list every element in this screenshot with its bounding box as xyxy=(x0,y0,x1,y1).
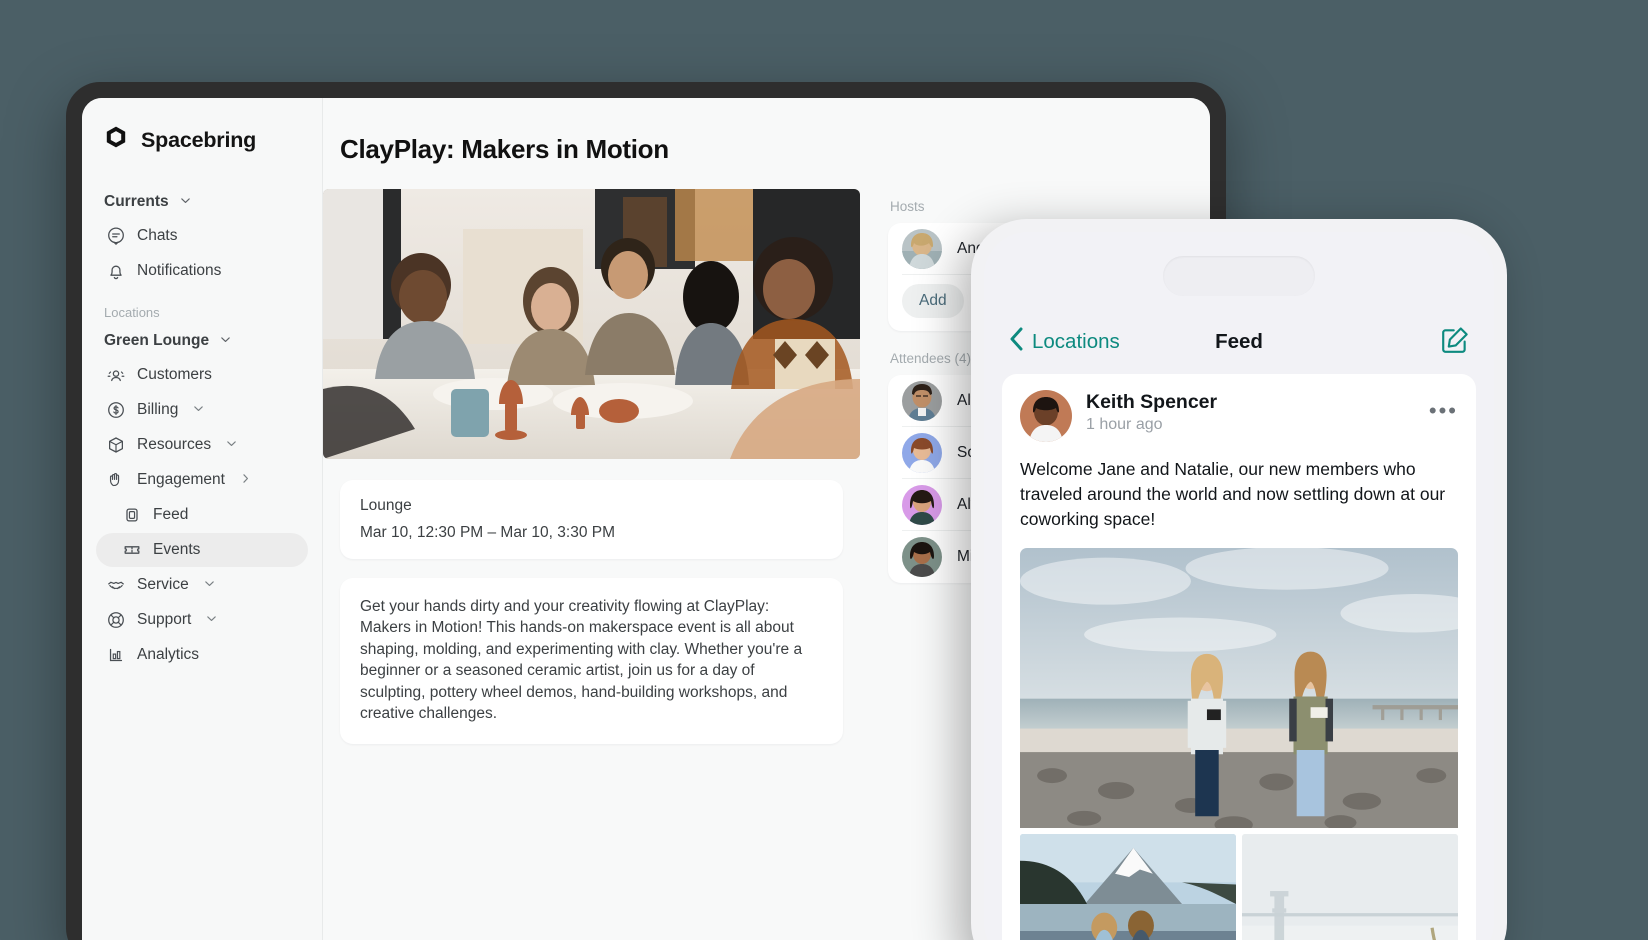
sidebar-item-analytics[interactable]: Analytics xyxy=(96,638,308,672)
chevron-down-icon xyxy=(193,401,204,419)
sidebar-item-resources[interactable]: Resources xyxy=(96,428,308,462)
chevron-down-icon xyxy=(180,193,191,211)
sidebar-item-events[interactable]: Events xyxy=(96,533,308,567)
ellipsis-horizontal-icon[interactable]: ••• xyxy=(1429,390,1458,422)
event-hero-image xyxy=(323,189,860,459)
sidebar-item-engagement-label: Engagement xyxy=(137,471,225,488)
sidebar-item-chats[interactable]: Chats xyxy=(96,219,308,253)
chevron-left-icon xyxy=(1008,326,1025,358)
back-link-label: Locations xyxy=(1032,330,1120,353)
sidebar-item-billing-label: Billing xyxy=(137,401,179,418)
post-author-block: Keith Spencer 1 hour ago xyxy=(1086,390,1217,434)
sidebar-item-chats-label: Chats xyxy=(137,227,178,244)
event-description: Get your hands dirty and your creativity… xyxy=(360,598,803,722)
sidebar-item-events-label: Events xyxy=(153,541,201,558)
sidebar-item-customers-label: Customers xyxy=(137,366,212,383)
sidebar: Spacebring Currents Chats Notifications … xyxy=(82,98,323,940)
post-image-beach[interactable] xyxy=(1020,547,1458,828)
post-header: Keith Spencer 1 hour ago ••• xyxy=(1020,390,1458,442)
event-details-card: Lounge Mar 10, 12:30 PM – Mar 10, 3:30 P… xyxy=(340,480,843,559)
customers-icon xyxy=(106,365,126,385)
ticket-icon xyxy=(122,540,142,560)
compose-pencil-icon[interactable] xyxy=(1440,325,1470,360)
sidebar-item-notifications[interactable]: Notifications xyxy=(96,254,308,288)
lifebuoy-icon xyxy=(106,610,126,630)
post-author-name: Keith Spencer xyxy=(1086,391,1218,413)
sidebar-group-currents[interactable]: Currents xyxy=(96,187,308,217)
brand-name: Spacebring xyxy=(141,128,257,152)
event-location: Lounge xyxy=(360,497,412,514)
chevron-right-icon xyxy=(240,471,251,489)
sidebar-item-analytics-label: Analytics xyxy=(137,646,200,663)
chevron-down-icon xyxy=(220,332,231,350)
post-image-foggy-bridge[interactable] xyxy=(1242,833,1458,940)
sidebar-item-feed[interactable]: Feed xyxy=(96,498,308,532)
handshake-icon xyxy=(106,575,126,595)
phone-device-frame: Feed Locations Keith Spencer 1 hour ago xyxy=(971,219,1507,940)
sidebar-item-support-label: Support xyxy=(137,611,192,628)
chevron-down-icon xyxy=(204,576,215,594)
dollar-circle-icon xyxy=(106,400,126,420)
sidebar-item-customers[interactable]: Customers xyxy=(96,358,308,392)
back-to-locations-link[interactable]: Locations xyxy=(1008,326,1120,358)
sidebar-item-service[interactable]: Service xyxy=(96,568,308,602)
post-image-mountain-lake[interactable] xyxy=(1020,833,1236,940)
sidebar-item-service-label: Service xyxy=(137,576,189,593)
bar-chart-icon xyxy=(106,645,126,665)
post-media-gallery xyxy=(1020,547,1458,940)
sidebar-item-billing[interactable]: Billing xyxy=(96,393,308,427)
bell-icon xyxy=(106,261,126,281)
sidebar-item-support[interactable]: Support xyxy=(96,603,308,637)
spacebring-cube-logo-icon xyxy=(102,124,130,157)
phone-navigation-bar: Feed Locations xyxy=(984,314,1494,370)
sidebar-item-feed-label: Feed xyxy=(153,506,189,523)
sidebar-item-notifications-label: Notifications xyxy=(137,262,222,279)
avatar xyxy=(902,432,942,473)
hosts-label: Hosts xyxy=(890,199,925,214)
sidebar-location-label: Green Lounge xyxy=(104,332,210,349)
post-body-text: Welcome Jane and Natalie, our new member… xyxy=(1020,459,1446,529)
brand: Spacebring xyxy=(96,120,308,157)
sidebar-group-currents-label: Currents xyxy=(104,193,169,210)
sidebar-item-engagement[interactable]: Engagement xyxy=(96,463,308,497)
phone-notch xyxy=(1163,256,1315,296)
cube-icon xyxy=(106,435,126,455)
post-timestamp: 1 hour ago xyxy=(1086,416,1163,434)
chevron-down-icon xyxy=(206,611,217,629)
event-description-card: Get your hands dirty and your creativity… xyxy=(340,578,843,745)
phone-screen: Feed Locations Keith Spencer 1 hour ago xyxy=(984,232,1494,940)
avatar[interactable] xyxy=(1020,390,1072,442)
post-image-grid xyxy=(1020,833,1458,940)
add-host-button[interactable]: Add xyxy=(902,284,964,318)
event-primary-column: Lounge Mar 10, 12:30 PM – Mar 10, 3:30 P… xyxy=(323,189,860,745)
avatar xyxy=(902,537,942,577)
event-datetime: Mar 10, 12:30 PM – Mar 10, 3:30 PM xyxy=(360,524,616,541)
avatar xyxy=(902,380,942,421)
sidebar-item-resources-label: Resources xyxy=(137,436,212,453)
sidebar-section-locations: Locations xyxy=(104,305,160,320)
avatar xyxy=(902,484,942,525)
feed-icon xyxy=(122,505,142,525)
avatar xyxy=(902,228,942,269)
chat-bubble-icon xyxy=(106,226,126,246)
chevron-down-icon xyxy=(226,436,237,454)
page-title: ClayPlay: Makers in Motion xyxy=(340,134,669,164)
sidebar-location-selector[interactable]: Green Lounge xyxy=(96,326,308,356)
feed-post: Keith Spencer 1 hour ago ••• Welcome Jan… xyxy=(1002,374,1476,940)
waving-hand-icon xyxy=(106,470,126,490)
